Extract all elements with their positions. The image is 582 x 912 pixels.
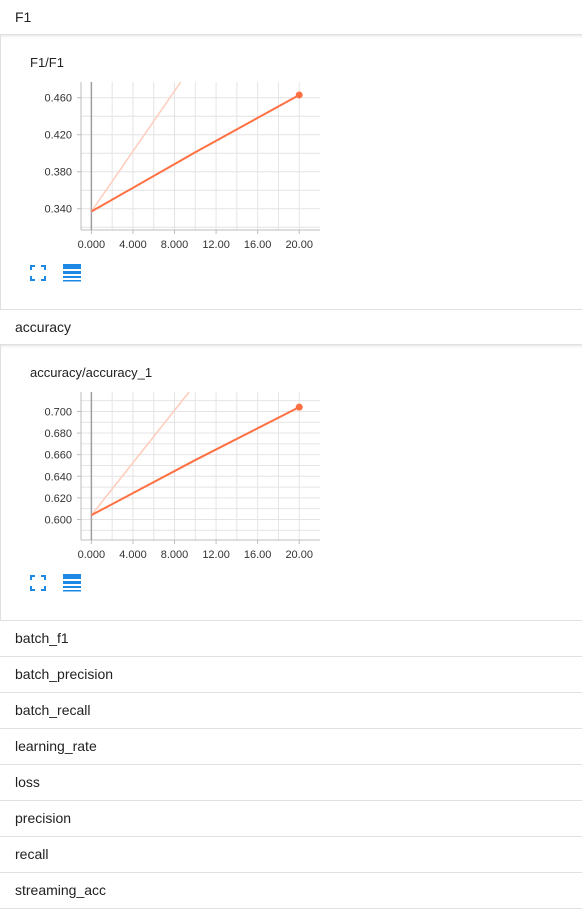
- y-tick-label: 0.640: [44, 471, 72, 483]
- tag-row-batch-recall[interactable]: batch_recall: [0, 693, 582, 729]
- tag-row-precision[interactable]: precision: [0, 801, 582, 837]
- data-table-icon[interactable]: [62, 573, 82, 593]
- x-tick-label: 12.00: [202, 239, 230, 251]
- section-header-accuracy[interactable]: accuracy: [0, 310, 582, 345]
- data-table-icon[interactable]: [62, 263, 82, 283]
- y-tick-label: 0.340: [44, 204, 72, 216]
- tag-row-batch-f1[interactable]: batch_f1: [0, 621, 582, 657]
- last-point-marker: [295, 403, 303, 411]
- y-tick-label: 0.700: [44, 406, 72, 418]
- tag-row-loss[interactable]: loss: [0, 765, 582, 801]
- tag-label: precision: [15, 810, 72, 826]
- line-chart[interactable]: 0.000 4.000 8.000 12.00 16.00 20.00 0.340 0.380…: [1, 35, 341, 267]
- x-tick-label: 12.00: [202, 549, 230, 561]
- x-tick-label: 0.000: [78, 549, 106, 561]
- fullscreen-icon[interactable]: [28, 573, 48, 593]
- x-tick-label: 8.000: [161, 239, 189, 251]
- x-tick-label: 0.000: [78, 239, 106, 251]
- tag-row-recall[interactable]: recall: [0, 837, 582, 873]
- tag-label: batch_precision: [15, 666, 114, 682]
- tag-label: batch_f1: [15, 630, 69, 646]
- y-tick-label: 0.460: [44, 93, 72, 105]
- chart-card-f1: F1/F1 0.000 4.000 8.000 12.00 16.00 20.00 0.34…: [0, 35, 582, 310]
- tag-label: batch_recall: [15, 702, 91, 718]
- x-tick-label: 4.000: [119, 239, 147, 251]
- tag-label: recall: [15, 846, 49, 862]
- x-tick-label: 16.00: [244, 239, 272, 251]
- tag-row-streaming-acc[interactable]: streaming_acc: [0, 873, 582, 909]
- y-tick-label: 0.660: [44, 450, 72, 462]
- y-tick-label: 0.680: [44, 428, 72, 440]
- line-chart[interactable]: 0.000 4.000 8.000 12.00 16.00 20.00 0.600 0.620…: [1, 345, 341, 577]
- fullscreen-icon[interactable]: [28, 263, 48, 283]
- last-point-marker: [295, 91, 303, 99]
- tag-row-batch-precision[interactable]: batch_precision: [0, 657, 582, 693]
- tag-label: learning_rate: [15, 738, 97, 754]
- raw-series-line: [90, 81, 182, 212]
- tag-label: loss: [15, 774, 40, 790]
- y-tick-label: 0.600: [44, 514, 72, 526]
- x-tick-label: 4.000: [119, 549, 147, 561]
- section-title: F1: [15, 9, 32, 25]
- tag-row-learning-rate[interactable]: learning_rate: [0, 729, 582, 765]
- x-tick-label: 16.00: [244, 549, 272, 561]
- x-tick-label: 20.00: [285, 239, 313, 251]
- chart-card-accuracy: accuracy/accuracy_1 0.000 4.000 8.000 12.00…: [0, 345, 582, 621]
- x-tick-label: 20.00: [285, 549, 313, 561]
- x-tick-label: 8.000: [161, 549, 189, 561]
- y-tick-label: 0.420: [44, 130, 72, 142]
- y-tick-label: 0.380: [44, 167, 72, 179]
- tag-label: streaming_acc: [15, 882, 107, 898]
- section-header-f1[interactable]: F1: [0, 0, 582, 35]
- tag-list: batch_f1 batch_precision batch_recall le…: [0, 621, 582, 909]
- section-title: accuracy: [15, 319, 72, 335]
- y-tick-label: 0.620: [44, 493, 72, 505]
